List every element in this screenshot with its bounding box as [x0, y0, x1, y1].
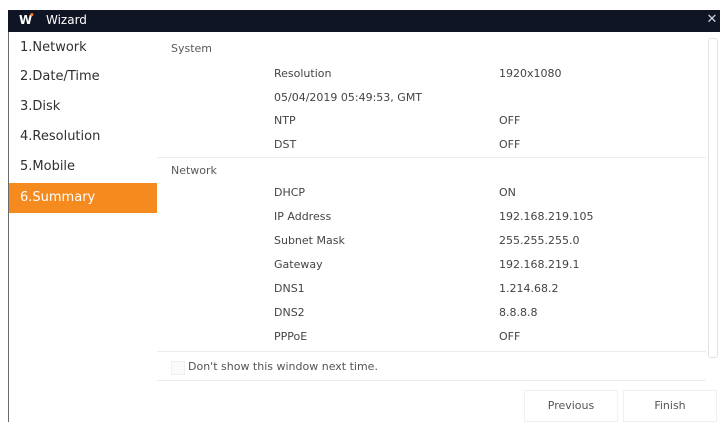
sidebar-item-summary[interactable]: 6.Summary	[9, 183, 157, 213]
sidebar-item-resolution[interactable]: 4.Resolution	[9, 122, 157, 152]
network-row-subnet-mask: Subnet Mask 255.255.255.0	[274, 234, 580, 247]
sidebar-item-disk[interactable]: 3.Disk	[9, 92, 157, 122]
close-icon[interactable]: ✕	[704, 12, 720, 27]
vertical-scrollbar[interactable]	[708, 38, 718, 358]
wizard-sidebar: 1.Network 2.Date/Time 3.Disk 4.Resolutio…	[9, 32, 157, 422]
network-row-ip-address: IP Address 192.168.219.105	[274, 210, 594, 223]
sidebar-item-network[interactable]: 1.Network	[9, 33, 157, 63]
system-row-datetime: 05/04/2019 05:49:53, GMT	[274, 91, 423, 104]
system-row-ntp: NTP OFF	[274, 114, 521, 127]
finish-button[interactable]: Finish	[623, 390, 717, 422]
network-row-dns2: DNS2 8.8.8.8	[274, 306, 538, 319]
network-row-dns1: DNS1 1.214.68.2	[274, 282, 559, 295]
network-row-pppoe: PPPoE OFF	[274, 330, 521, 343]
previous-button[interactable]: Previous	[524, 390, 618, 422]
network-row-gateway: Gateway 192.168.219.1	[274, 258, 580, 271]
footer-divider	[157, 380, 706, 381]
wizard-window: W • Wizard ✕ 1.Network 2.Date/Time 3.Disk…	[0, 0, 720, 422]
list-bottom-divider	[157, 351, 706, 352]
dont-show-checkbox[interactable]	[171, 361, 185, 375]
window-title: Wizard	[46, 13, 87, 27]
section-title-system: System	[171, 42, 213, 55]
system-row-resolution: Resolution 1920x1080	[274, 67, 562, 80]
sidebar-item-date-time[interactable]: 2.Date/Time	[9, 62, 157, 92]
section-title-network: Network	[171, 164, 217, 177]
title-bar: W • Wizard ✕	[8, 10, 720, 32]
app-logo-icon: W •	[19, 11, 35, 27]
sidebar-item-mobile[interactable]: 5.Mobile	[9, 152, 157, 182]
summary-panel: System Resolution 1920x1080 05/04/2019 0…	[157, 32, 720, 422]
section-divider	[157, 157, 706, 158]
network-row-dhcp: DHCP ON	[274, 186, 516, 199]
dont-show-label: Don't show this window next time.	[188, 360, 378, 373]
system-row-dst: DST OFF	[274, 138, 521, 151]
